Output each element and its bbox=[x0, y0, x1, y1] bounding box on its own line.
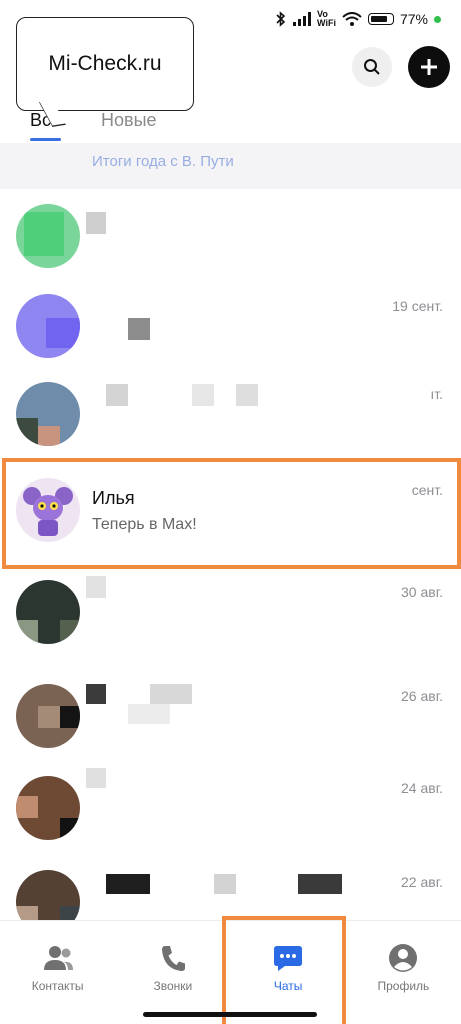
watermark-bubble: Mi-Check.ru bbox=[16, 17, 194, 111]
blurred-name bbox=[106, 384, 128, 406]
nav-highlight-frame bbox=[222, 916, 346, 1024]
contacts-icon bbox=[43, 946, 73, 970]
new-chat-button[interactable] bbox=[408, 46, 450, 88]
chat-date: 24 авг. bbox=[401, 780, 443, 796]
nav-contacts[interactable]: Контакты bbox=[0, 921, 115, 1024]
blurred-name bbox=[86, 768, 106, 788]
pinned-banner[interactable]: Итоги года с В. Пути bbox=[0, 143, 461, 189]
search-icon bbox=[364, 59, 380, 75]
blurred-name bbox=[106, 874, 150, 894]
blurred-name bbox=[150, 684, 192, 704]
chat-date: 19 сент. bbox=[392, 298, 443, 314]
blurred-name bbox=[86, 212, 106, 234]
chat-row[interactable]: 30 авг. bbox=[0, 568, 461, 656]
blurred-name bbox=[236, 384, 258, 406]
avatar bbox=[16, 776, 80, 840]
chat-row[interactable] bbox=[0, 192, 461, 280]
wifi-icon bbox=[342, 12, 362, 26]
nav-calls-label: Звонки bbox=[153, 979, 193, 993]
chat-row[interactable]: 26 авг. bbox=[0, 672, 461, 760]
avatar bbox=[16, 204, 80, 268]
blurred-name bbox=[86, 684, 106, 704]
avatar bbox=[16, 684, 80, 748]
battery-level: 77% bbox=[399, 11, 428, 27]
banner-text: Итоги года с В. Пути bbox=[92, 153, 234, 170]
chat-date: 30 авг. bbox=[401, 584, 443, 600]
chat-row[interactable]: 19 сент. bbox=[0, 282, 461, 370]
blurred-name bbox=[298, 874, 342, 894]
signal-icon bbox=[293, 12, 312, 26]
blurred-name bbox=[128, 704, 170, 724]
avatar bbox=[16, 382, 80, 446]
avatar bbox=[16, 580, 80, 644]
nav-profile[interactable]: Профиль bbox=[346, 921, 461, 1024]
chat-date: ıт. bbox=[430, 386, 443, 402]
bluetooth-icon bbox=[276, 11, 286, 27]
status-bar: Vo WiFi 77% bbox=[275, 10, 441, 28]
nav-contacts-label: Контакты bbox=[31, 979, 84, 993]
nav-profile-label: Профиль bbox=[377, 979, 430, 993]
chat-date: 22 авг. bbox=[401, 874, 443, 890]
highlight-frame bbox=[2, 458, 461, 569]
chat-row[interactable]: ıт. bbox=[0, 370, 461, 458]
privacy-dot bbox=[434, 15, 441, 23]
watermark-text: Mi-Check.ru bbox=[48, 52, 162, 75]
blurred-name bbox=[86, 576, 106, 598]
plus-icon bbox=[421, 59, 437, 75]
chat-date: 26 авг. bbox=[401, 688, 443, 704]
blurred-name bbox=[128, 318, 150, 340]
blurred-name bbox=[192, 384, 214, 406]
tab-new[interactable]: Новые bbox=[101, 110, 157, 131]
battery-icon bbox=[367, 13, 394, 25]
blurred-name bbox=[214, 874, 236, 894]
phone-icon bbox=[161, 946, 185, 971]
chat-row[interactable]: 24 авг. bbox=[0, 764, 461, 852]
home-indicator[interactable] bbox=[143, 1012, 317, 1017]
profile-icon bbox=[389, 944, 418, 972]
volte-label: Vo WiFi bbox=[317, 9, 336, 28]
search-button[interactable] bbox=[352, 47, 392, 87]
avatar bbox=[16, 294, 80, 358]
nav-calls[interactable]: Звонки bbox=[115, 921, 230, 1024]
